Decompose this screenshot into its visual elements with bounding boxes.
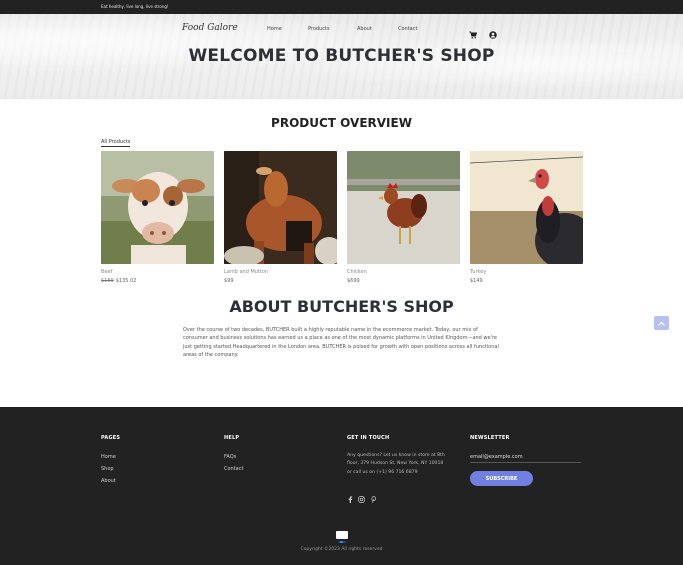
product-card-chicken[interactable]: Chicken $699: [347, 151, 460, 284]
pinterest-icon[interactable]: [370, 488, 377, 503]
product-price: $99: [224, 278, 337, 284]
nav-about[interactable]: About: [357, 26, 372, 32]
footer-link-faqs[interactable]: FAQs: [224, 454, 236, 460]
product-current-price: $699: [347, 278, 360, 284]
product-card-lamb[interactable]: Lamb and Mutton $99: [224, 151, 337, 284]
about-text: Over the course of two decades, BUTCHER …: [183, 327, 499, 359]
product-name[interactable]: Beef: [101, 269, 214, 275]
product-current-price: $135.02: [115, 278, 137, 284]
footer-pages-title: PAGES: [101, 435, 121, 441]
user-icon[interactable]: [489, 24, 497, 39]
footer-contact-text: Any questions? Let us know in store at 8…: [347, 453, 445, 475]
product-image-goat[interactable]: [224, 151, 337, 264]
chevron-up-icon: [658, 321, 665, 326]
product-name[interactable]: Lamb and Mutton: [224, 269, 337, 275]
top-bar: Eat healthy, live long, live strong!: [0, 0, 683, 14]
product-card-beef[interactable]: Beef $169 $135.02: [101, 151, 214, 284]
filter-all-products[interactable]: All Products: [101, 139, 131, 147]
hero-title: WELCOME TO BUTCHER'S SHOP: [188, 46, 495, 66]
product-name[interactable]: Turkey: [470, 269, 583, 275]
product-price: $169 $135.02: [101, 278, 214, 284]
product-overview-title: PRODUCT OVERVIEW: [271, 116, 412, 130]
copyright-text: Copyright ©2023 All rights reserved: [300, 547, 383, 552]
product-price: $699: [347, 278, 460, 284]
newsletter-email-input[interactable]: [470, 451, 581, 463]
nav-home[interactable]: Home: [267, 26, 282, 32]
product-current-price: $149: [470, 278, 483, 284]
footer-link-about[interactable]: About: [101, 478, 116, 484]
nav-contact[interactable]: Contact: [398, 26, 417, 32]
footer-help-title: HELP: [224, 435, 240, 441]
footer-link-shop[interactable]: Shop: [101, 466, 114, 472]
footer-link-contact[interactable]: Contact: [224, 466, 243, 472]
paypal-icon: [336, 531, 348, 543]
product-image-cow[interactable]: [101, 151, 214, 264]
footer-contact-title: GET IN TOUCH: [347, 435, 390, 441]
product-card-turkey[interactable]: Turkey $149: [470, 151, 583, 284]
facebook-icon[interactable]: [347, 488, 354, 503]
product-current-price: $99: [224, 278, 234, 284]
footer-newsletter-title: NEWSLETTER: [470, 435, 510, 441]
logo[interactable]: Food Galore: [182, 23, 238, 33]
cart-icon[interactable]: [469, 24, 478, 39]
product-price: $149: [470, 278, 583, 284]
product-image-hen[interactable]: [347, 151, 460, 264]
top-bar-text: Eat healthy, live long, live strong!: [101, 4, 169, 9]
instagram-icon[interactable]: [358, 488, 365, 503]
about-title: ABOUT BUTCHER'S SHOP: [229, 297, 454, 316]
subscribe-button[interactable]: SUBSCRIBE: [470, 471, 533, 486]
product-old-price: $169: [101, 278, 114, 284]
nav-products[interactable]: Products: [308, 26, 330, 32]
product-image-turkey[interactable]: [470, 151, 583, 264]
footer-link-home[interactable]: Home: [101, 454, 116, 460]
product-name[interactable]: Chicken: [347, 269, 460, 275]
scroll-to-top-button[interactable]: [654, 316, 669, 330]
